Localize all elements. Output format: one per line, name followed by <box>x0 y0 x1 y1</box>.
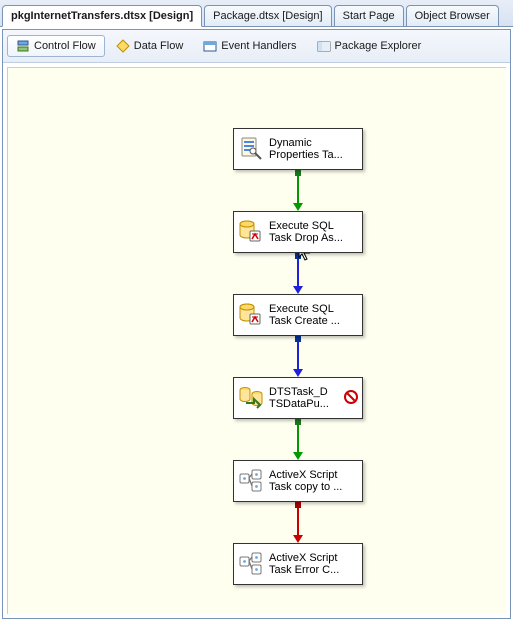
document-tab-label: Object Browser <box>415 10 490 22</box>
dynamic-properties-icon <box>238 136 264 162</box>
view-tab-strip: Control Flow Data Flow Event Handlers Packa… <box>3 30 510 63</box>
task-label: DynamicProperties Ta... <box>269 137 343 161</box>
document-tab-label: pkgInternetTransfers.dtsx [Design] <box>11 10 193 22</box>
task-box[interactable]: DynamicProperties Ta... <box>233 128 363 170</box>
activex-icon <box>238 551 264 577</box>
task-box[interactable]: DTSTask_DTSDataPu... <box>233 377 363 419</box>
precedence-constraint[interactable] <box>290 502 306 543</box>
task-label: DTSTask_DTSDataPu... <box>269 386 329 410</box>
document-tab[interactable]: Package.dtsx [Design] <box>204 5 331 26</box>
task-label: ActiveX ScriptTask copy to ... <box>269 469 342 493</box>
execute-sql-icon <box>238 219 264 245</box>
event-handlers-icon <box>203 39 217 53</box>
document-tab-label: Start Page <box>343 10 395 22</box>
control-flow-icon <box>16 39 30 53</box>
view-tab[interactable]: Event Handlers <box>194 35 305 57</box>
control-flow-canvas[interactable]: DynamicProperties Ta... Execute SQLTask D… <box>7 67 506 614</box>
view-tab[interactable]: Package Explorer <box>308 35 431 57</box>
document-tab-strip: pkgInternetTransfers.dtsx [Design] Packag… <box>0 0 513 27</box>
designer-frame: Control Flow Data Flow Event Handlers Packa… <box>2 29 511 619</box>
view-tab[interactable]: Data Flow <box>107 35 193 57</box>
view-tab-label: Event Handlers <box>221 40 296 52</box>
precedence-constraint[interactable] <box>290 419 306 460</box>
task-box[interactable]: Execute SQLTask Drop As... <box>233 211 363 253</box>
document-tab[interactable]: pkgInternetTransfers.dtsx [Design] <box>2 5 202 27</box>
task-label: ActiveX ScriptTask Error C... <box>269 552 339 576</box>
document-tab[interactable]: Object Browser <box>406 5 499 26</box>
task-box[interactable]: Execute SQLTask Create ... <box>233 294 363 336</box>
execute-sql-icon <box>238 302 264 328</box>
view-tab[interactable]: Control Flow <box>7 35 105 57</box>
precedence-constraint[interactable] <box>290 336 306 377</box>
precedence-constraint[interactable] <box>290 253 306 294</box>
precedence-constraint[interactable] <box>290 170 306 211</box>
document-tab[interactable]: Start Page <box>334 5 404 26</box>
error-icon <box>344 390 358 404</box>
package-explorer-icon <box>317 39 331 53</box>
task-label: Execute SQLTask Create ... <box>269 303 340 327</box>
view-tab-label: Package Explorer <box>335 40 422 52</box>
data-flow-icon <box>116 39 130 53</box>
document-tab-label: Package.dtsx [Design] <box>213 10 322 22</box>
task-box[interactable]: ActiveX ScriptTask Error C... <box>233 543 363 585</box>
activex-icon <box>238 468 264 494</box>
view-tab-label: Data Flow <box>134 40 184 52</box>
task-label: Execute SQLTask Drop As... <box>269 220 343 244</box>
view-tab-label: Control Flow <box>34 40 96 52</box>
task-box[interactable]: ActiveX ScriptTask copy to ... <box>233 460 363 502</box>
data-pump-icon <box>238 385 264 411</box>
